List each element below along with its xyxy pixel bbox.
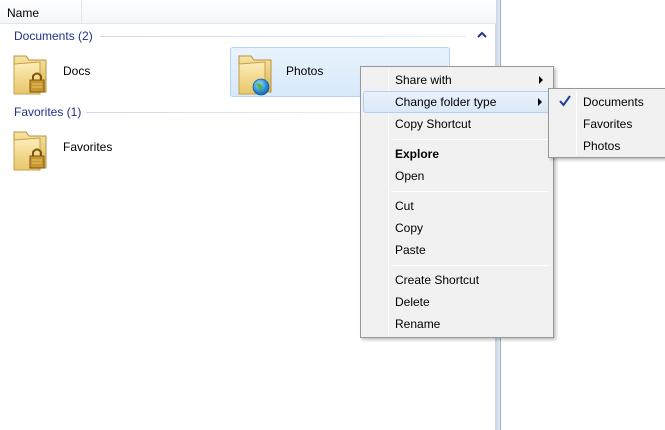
group-divider	[86, 112, 366, 113]
column-header-row: Name	[0, 0, 496, 24]
list-item[interactable]: Docs	[6, 48, 216, 98]
menu-separator	[391, 265, 549, 266]
chevron-up-icon[interactable]	[475, 28, 489, 42]
menu-item-label: Explore	[395, 147, 440, 161]
menu-item-share-with[interactable]: Share with	[363, 69, 551, 91]
menu-item-label: Copy	[395, 221, 424, 235]
menu-item-delete[interactable]: Delete	[363, 291, 551, 313]
menu-item-label: Rename	[395, 317, 441, 331]
menu-item-label: Copy Shortcut	[395, 117, 472, 131]
menu-separator	[391, 139, 549, 140]
submenu-arrow-icon	[538, 98, 542, 106]
column-header-name[interactable]: Name	[0, 0, 82, 24]
menu-item-label: Paste	[395, 243, 426, 257]
list-item[interactable]: Favorites	[6, 124, 216, 174]
menu-item-label: Cut	[395, 199, 414, 213]
submenu-item-documents[interactable]: Documents	[551, 91, 664, 113]
context-menu: Share with Change folder type Copy Short…	[360, 66, 554, 338]
menu-item-label: Open	[395, 169, 425, 183]
submenu-arrow-icon	[539, 76, 543, 84]
menu-item-label: Change folder type	[395, 95, 497, 109]
menu-item-change-folder-type[interactable]: Change folder type	[363, 91, 551, 113]
menu-item-copy[interactable]: Copy	[363, 217, 551, 239]
group-divider	[100, 36, 466, 37]
menu-item-copy-shortcut[interactable]: Copy Shortcut	[363, 113, 551, 135]
menu-item-label: Documents	[583, 95, 644, 109]
locked-folder-icon	[13, 131, 47, 171]
shared-folder-icon	[238, 55, 272, 96]
item-label: Favorites	[63, 140, 113, 154]
folder-type-submenu: Documents Favorites Photos	[548, 88, 665, 158]
menu-item-explore[interactable]: Explore	[363, 143, 551, 165]
group-header-documents[interactable]: Documents (2)	[0, 27, 496, 45]
menu-item-cut[interactable]: Cut	[363, 195, 551, 217]
menu-item-label: Favorites	[583, 117, 633, 131]
group-title: Documents (2)	[14, 29, 93, 43]
menu-item-label: Delete	[395, 295, 430, 309]
submenu-item-favorites[interactable]: Favorites	[551, 113, 664, 135]
menu-item-label: Photos	[583, 139, 621, 153]
item-label: Docs	[63, 64, 91, 78]
locked-folder-icon	[13, 55, 47, 95]
menu-item-label: Share with	[395, 73, 452, 87]
menu-separator	[391, 191, 549, 192]
menu-item-rename[interactable]: Rename	[363, 313, 551, 335]
checkmark-icon	[559, 95, 571, 107]
group-title: Favorites (1)	[14, 105, 82, 119]
submenu-item-photos[interactable]: Photos	[551, 135, 664, 157]
item-label: Photos	[286, 64, 324, 78]
menu-item-open[interactable]: Open	[363, 165, 551, 187]
menu-item-create-shortcut[interactable]: Create Shortcut	[363, 269, 551, 291]
menu-item-label: Create Shortcut	[395, 273, 480, 287]
menu-item-paste[interactable]: Paste	[363, 239, 551, 261]
